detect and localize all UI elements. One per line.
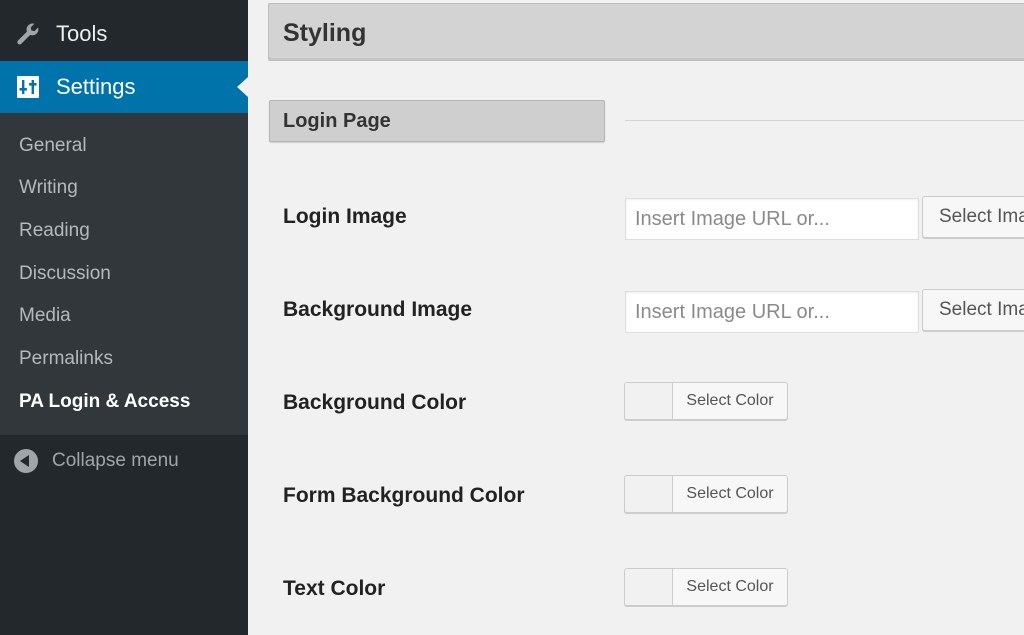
- login-page-subsection-title: Login Page: [283, 110, 391, 132]
- styling-section-title: Styling: [283, 19, 367, 47]
- background-color-select-label[interactable]: Select Color: [673, 383, 787, 419]
- background-image-label: Background Image: [283, 298, 473, 321]
- background-color-label: Background Color: [283, 391, 467, 414]
- form-background-color-label: Form Background Color: [283, 484, 525, 507]
- submenu-item-reading[interactable]: Reading: [19, 220, 90, 242]
- background-image-select-button[interactable]: Select Image: [922, 289, 1024, 331]
- settings-submenu: General Writing Reading Discussion Media…: [0, 113, 248, 435]
- login-image-url-input[interactable]: [625, 198, 919, 240]
- submenu-item-writing[interactable]: Writing: [19, 177, 78, 199]
- menu-item-tools[interactable]: Tools: [0, 8, 248, 60]
- menu-item-settings[interactable]: Settings: [0, 61, 248, 113]
- settings-icon: [14, 73, 42, 101]
- submenu-item-discussion[interactable]: Discussion: [19, 263, 111, 285]
- admin-sidebar: Tools Settings General Writing Reading D…: [0, 0, 248, 635]
- section-divider: [625, 120, 1024, 121]
- wrench-icon: [14, 20, 42, 48]
- login-page-subsection-header[interactable]: Login Page: [269, 100, 605, 142]
- submenu-item-pa-login-access[interactable]: PA Login & Access: [19, 391, 190, 413]
- menu-item-settings-label: Settings: [56, 74, 136, 99]
- menu-item-tools-label: Tools: [56, 21, 108, 46]
- styling-section-header[interactable]: Styling: [268, 3, 1024, 61]
- submenu-item-permalinks[interactable]: Permalinks: [19, 348, 113, 370]
- current-menu-arrow: [237, 77, 248, 97]
- form-background-color-swatch[interactable]: [625, 476, 673, 512]
- background-image-url-input[interactable]: [625, 291, 919, 333]
- form-background-color-picker[interactable]: Select Color: [624, 475, 788, 513]
- text-color-picker[interactable]: Select Color: [624, 568, 788, 606]
- submenu-item-general[interactable]: General: [19, 135, 87, 157]
- login-image-select-button[interactable]: Select Image: [922, 196, 1024, 238]
- form-background-color-select-label[interactable]: Select Color: [673, 476, 787, 512]
- background-color-swatch[interactable]: [625, 383, 673, 419]
- collapse-menu-button[interactable]: Collapse menu: [14, 449, 179, 473]
- submenu-item-media[interactable]: Media: [19, 305, 71, 327]
- collapse-arrow-icon: [14, 449, 38, 473]
- text-color-label: Text Color: [283, 577, 386, 600]
- background-color-picker[interactable]: Select Color: [624, 382, 788, 420]
- text-color-select-label[interactable]: Select Color: [673, 569, 787, 605]
- text-color-swatch[interactable]: [625, 569, 673, 605]
- login-image-label: Login Image: [283, 205, 407, 228]
- collapse-menu-label: Collapse menu: [52, 450, 179, 471]
